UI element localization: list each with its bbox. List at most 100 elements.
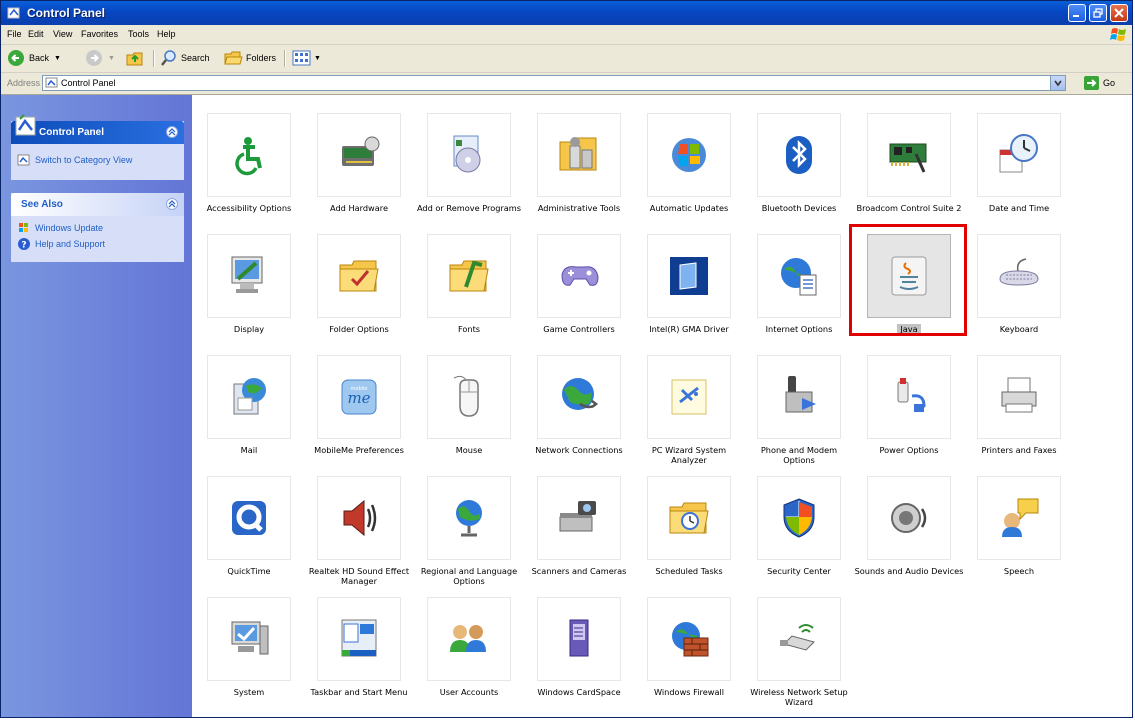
item-icon-box[interactable]: [537, 234, 621, 318]
control-panel-item[interactable]: Java: [862, 232, 972, 350]
item-label[interactable]: Sounds and Audio Devices: [854, 566, 964, 576]
item-icon-box[interactable]: [867, 476, 951, 560]
item-icon-box[interactable]: [757, 234, 841, 318]
control-panel-item[interactable]: Windows CardSpace: [532, 595, 642, 713]
item-icon-box[interactable]: [867, 234, 951, 318]
item-icon-box[interactable]: [977, 234, 1061, 318]
address-input[interactable]: Control Panel: [42, 75, 1066, 91]
item-label[interactable]: PC Wizard System Analyzer: [634, 445, 744, 465]
menu-file[interactable]: File: [7, 29, 22, 39]
item-label[interactable]: Add Hardware: [304, 203, 414, 213]
item-label[interactable]: Scanners and Cameras: [524, 566, 634, 576]
item-icon-box[interactable]: [317, 597, 401, 681]
control-panel-item[interactable]: Date and Time: [972, 111, 1082, 229]
folders-button[interactable]: Folders: [223, 49, 276, 67]
item-icon-box[interactable]: [427, 234, 511, 318]
control-panel-item[interactable]: Game Controllers: [532, 232, 642, 350]
forward-dropdown-icon[interactable]: ▼: [108, 55, 115, 62]
item-label[interactable]: Mouse: [414, 445, 524, 455]
item-icon-box[interactable]: [207, 234, 291, 318]
item-icon-box[interactable]: [647, 355, 731, 439]
menu-view[interactable]: View: [53, 29, 72, 39]
item-label[interactable]: Administrative Tools: [524, 203, 634, 213]
views-button[interactable]: ▼: [292, 49, 321, 67]
item-icon-box[interactable]: [977, 113, 1061, 197]
item-icon-box[interactable]: [317, 476, 401, 560]
item-label[interactable]: Folder Options: [304, 324, 414, 334]
item-icon-box[interactable]: [647, 113, 731, 197]
control-panel-item[interactable]: Security Center: [752, 474, 862, 592]
item-icon-box[interactable]: [757, 476, 841, 560]
control-panel-item[interactable]: Fonts: [422, 232, 532, 350]
menu-help[interactable]: Help: [157, 29, 176, 39]
control-panel-item[interactable]: Phone and Modem Options: [752, 353, 862, 471]
item-icon-box[interactable]: [207, 597, 291, 681]
item-icon-box[interactable]: [977, 476, 1061, 560]
item-label[interactable]: Realtek HD Sound Effect Manager: [304, 566, 414, 586]
item-label[interactable]: QuickTime: [194, 566, 304, 576]
control-panel-item[interactable]: Sounds and Audio Devices: [855, 474, 972, 592]
switch-category-view-link[interactable]: Switch to Category View: [11, 152, 184, 168]
item-icon-box[interactable]: [207, 476, 291, 560]
item-label[interactable]: Security Center: [744, 566, 854, 576]
control-panel-item[interactable]: Display: [202, 232, 312, 350]
item-icon-box[interactable]: [207, 113, 291, 197]
item-icon-box[interactable]: [647, 476, 731, 560]
minimize-button[interactable]: [1068, 4, 1086, 22]
item-label[interactable]: Phone and Modem Options: [744, 445, 854, 465]
help-support-link[interactable]: ? Help and Support: [11, 236, 184, 252]
item-icon-box[interactable]: [427, 113, 511, 197]
control-panel-item[interactable]: QuickTime: [202, 474, 312, 592]
item-label[interactable]: Printers and Faxes: [964, 445, 1074, 455]
control-panel-taskbox-header[interactable]: Control Panel: [11, 114, 184, 144]
control-panel-item[interactable]: System: [202, 595, 312, 713]
item-icon-box[interactable]: [867, 355, 951, 439]
item-icon-box[interactable]: [537, 113, 621, 197]
item-label[interactable]: Automatic Updates: [634, 203, 744, 213]
item-icon-box[interactable]: [427, 597, 511, 681]
collapse-button[interactable]: [166, 198, 178, 210]
control-panel-item[interactable]: Intel(R) GMA Driver: [642, 232, 752, 350]
item-label[interactable]: Windows CardSpace: [524, 687, 634, 697]
control-panel-item[interactable]: PC Wizard System Analyzer: [642, 353, 752, 471]
control-panel-item[interactable]: me mobile MobileMe Preferences: [312, 353, 422, 471]
item-label[interactable]: Taskbar and Start Menu: [304, 687, 414, 697]
control-panel-item[interactable]: Mail: [202, 353, 312, 471]
control-panel-item[interactable]: Regional and Language Options: [421, 474, 532, 592]
close-button[interactable]: [1110, 4, 1128, 22]
control-panel-item[interactable]: Network Connections: [532, 353, 642, 471]
search-button[interactable]: Search: [160, 49, 210, 67]
item-label[interactable]: Fonts: [414, 324, 524, 334]
control-panel-item[interactable]: Power Options: [862, 353, 972, 471]
control-panel-item[interactable]: Internet Options: [752, 232, 862, 350]
item-icon-box[interactable]: [757, 355, 841, 439]
item-label[interactable]: Internet Options: [744, 324, 854, 334]
item-label[interactable]: Java: [854, 324, 964, 334]
item-label[interactable]: Broadcom Control Suite 2: [854, 203, 964, 213]
control-panel-item[interactable]: Wireless Network Setup Wizard: [750, 595, 862, 713]
item-label[interactable]: Power Options: [854, 445, 964, 455]
see-also-header[interactable]: See Also: [11, 193, 184, 216]
item-label[interactable]: Network Connections: [524, 445, 634, 455]
control-panel-item[interactable]: Speech: [972, 474, 1082, 592]
restore-button[interactable]: [1089, 4, 1107, 22]
go-button[interactable]: Go: [1084, 75, 1116, 91]
item-icon-box[interactable]: [757, 113, 841, 197]
item-label[interactable]: System: [194, 687, 304, 697]
item-label[interactable]: Mail: [194, 445, 304, 455]
item-icon-box[interactable]: [757, 597, 841, 681]
item-icon-box[interactable]: [317, 234, 401, 318]
item-icon-box[interactable]: [427, 476, 511, 560]
item-icon-box[interactable]: [867, 113, 951, 197]
item-label[interactable]: Windows Firewall: [634, 687, 744, 697]
control-panel-item[interactable]: Accessibility Options: [202, 111, 312, 229]
control-panel-item[interactable]: Scheduled Tasks: [642, 474, 752, 592]
control-panel-item[interactable]: Printers and Faxes: [972, 353, 1082, 471]
item-label[interactable]: User Accounts: [414, 687, 524, 697]
item-icon-box[interactable]: [647, 597, 731, 681]
item-icon-box[interactable]: me mobile: [317, 355, 401, 439]
item-icon-box[interactable]: [427, 355, 511, 439]
item-icon-box[interactable]: [317, 113, 401, 197]
up-folder-button[interactable]: [125, 49, 145, 67]
control-panel-item[interactable]: Mouse: [422, 353, 532, 471]
